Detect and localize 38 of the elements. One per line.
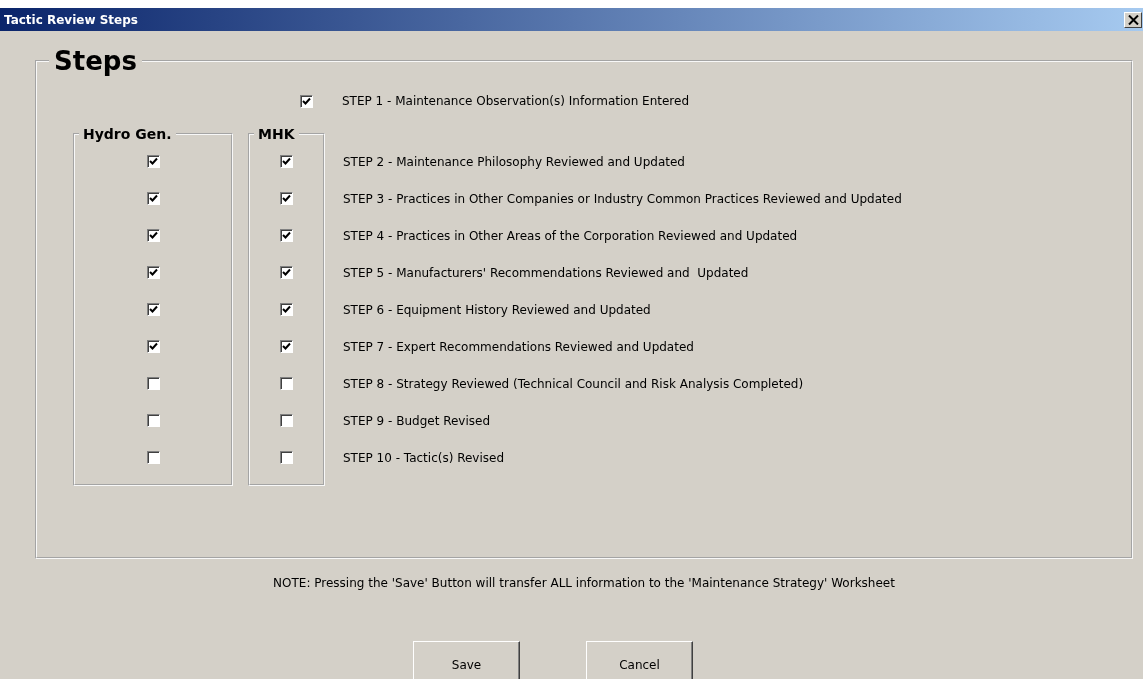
step-label: STEP 10 - Tactic(s) Revised bbox=[343, 450, 505, 465]
checkbox[interactable] bbox=[146, 229, 160, 242]
checkbox[interactable] bbox=[280, 229, 293, 242]
checkbox[interactable] bbox=[280, 303, 293, 316]
step-label: STEP 1 - Maintenance Observation(s) Information Entered bbox=[342, 94, 689, 108]
checkbox[interactable] bbox=[146, 377, 160, 390]
checkbox[interactable] bbox=[280, 340, 293, 353]
checkbox[interactable] bbox=[146, 414, 160, 427]
column-title: MHK bbox=[257, 125, 296, 143]
checkbox[interactable] bbox=[280, 266, 293, 279]
checkbox[interactable] bbox=[280, 155, 293, 168]
checkbox[interactable] bbox=[280, 192, 293, 205]
step-label: STEP 3 - Practices in Other Companies or Industry Common Practices Reviewed and Updated bbox=[343, 191, 902, 206]
step-label: STEP 8 - Strategy Reviewed (Technical Council and Risk Analysis Completed) bbox=[343, 376, 804, 391]
step-label: STEP 9 - Budget Revised bbox=[343, 413, 491, 428]
step-label: STEP 5 - Manufacturers' Recommendations Reviewed and Updated bbox=[343, 265, 749, 280]
close-button[interactable] bbox=[1124, 11, 1142, 28]
checkbox[interactable] bbox=[280, 414, 293, 427]
step-label: STEP 4 - Practices in Other Areas of the Corporation Reviewed and Updated bbox=[343, 228, 798, 243]
checkbox[interactable] bbox=[300, 94, 313, 108]
checkbox[interactable] bbox=[280, 451, 293, 464]
window-title: Tactic Review Steps bbox=[3, 12, 138, 27]
step-label: STEP 6 - Equipment History Reviewed and Updated bbox=[343, 302, 651, 317]
checkbox[interactable] bbox=[146, 266, 160, 279]
checkbox[interactable] bbox=[280, 377, 293, 390]
column-title: Hydro Gen. bbox=[82, 125, 173, 143]
step-label: STEP 2 - Maintenance Philosophy Reviewed and Updated bbox=[343, 154, 685, 169]
save-button[interactable]: Save bbox=[413, 641, 520, 679]
checkbox[interactable] bbox=[146, 451, 160, 464]
checkbox[interactable] bbox=[146, 340, 160, 353]
note-text: NOTE: Pressing the 'Save' Button will transfer ALL information to the 'Maintenance Strategy' Worksheet bbox=[272, 576, 896, 590]
checkbox[interactable] bbox=[146, 303, 160, 316]
frame-title: Steps bbox=[53, 46, 138, 76]
checkbox[interactable] bbox=[146, 155, 160, 168]
cancel-button[interactable]: Cancel bbox=[586, 641, 693, 679]
step-label: STEP 7 - Expert Recommendations Reviewed and Updated bbox=[343, 339, 694, 354]
checkbox[interactable] bbox=[146, 192, 160, 205]
close-icon bbox=[1127, 14, 1139, 25]
